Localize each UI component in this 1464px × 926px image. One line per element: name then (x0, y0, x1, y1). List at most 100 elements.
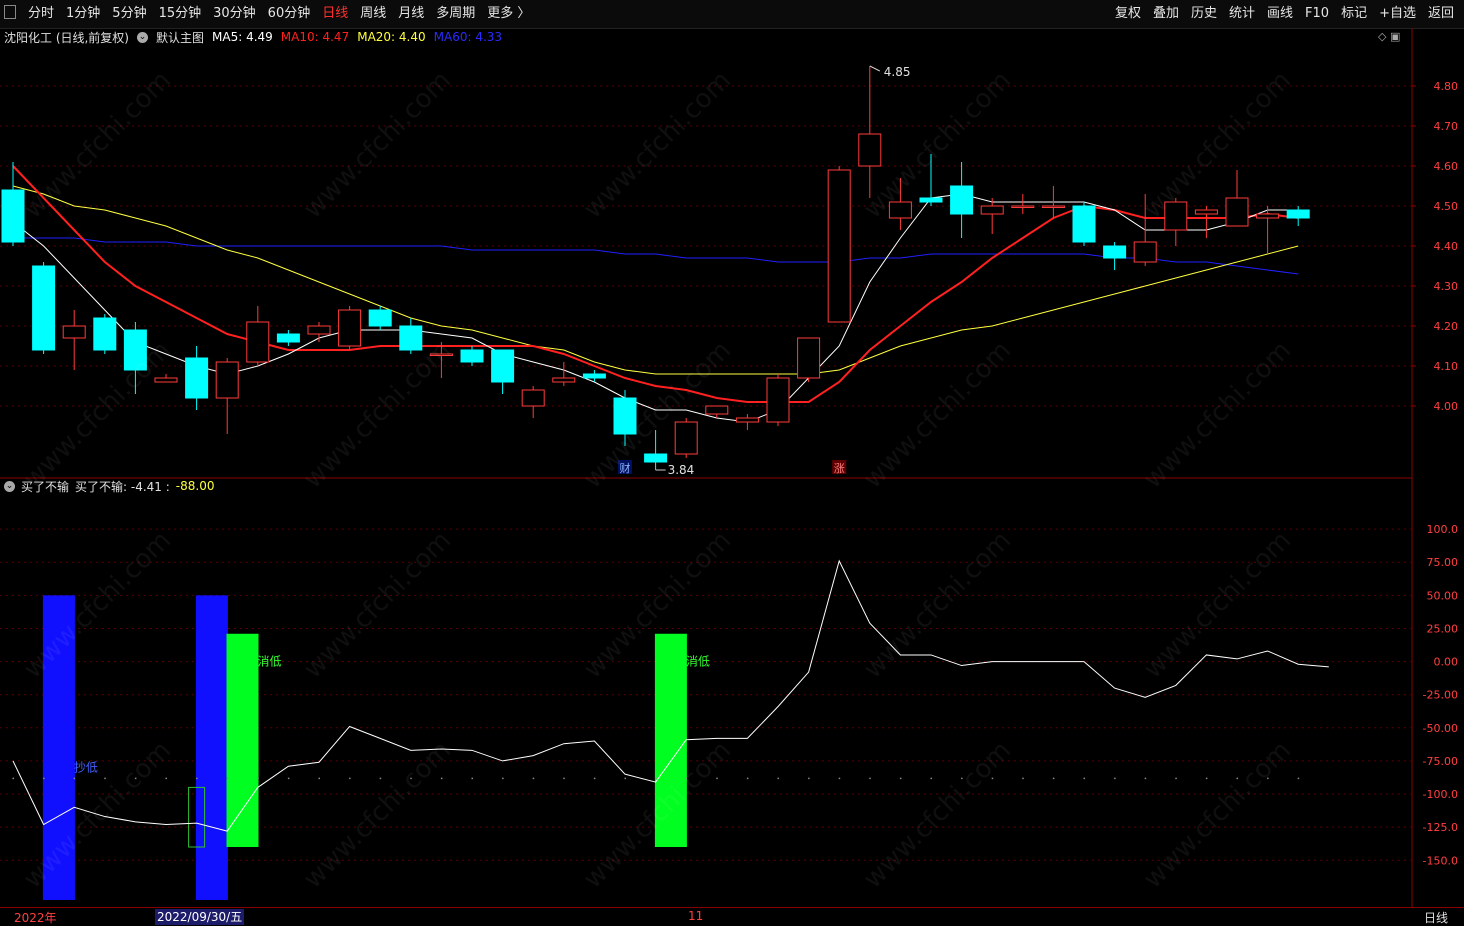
candle-up (735, 417, 759, 423)
ma20-line (12, 185, 1299, 375)
price-tick-label: 4.80 (1434, 80, 1459, 93)
baseline-dot (685, 777, 688, 780)
signal-bar-label: 抄低 (74, 761, 98, 775)
baseline-dot (73, 777, 76, 780)
candle-up (797, 337, 821, 379)
candle-up (154, 377, 178, 383)
candle-up (1041, 205, 1065, 208)
candle-down (32, 265, 56, 351)
price-tick-label: 4.60 (1434, 160, 1459, 173)
indicator-value: -88.00 (175, 479, 215, 493)
indicator-tick-label: 100.0 (1427, 523, 1459, 536)
month-label: 11 (688, 909, 704, 923)
candle-down (1286, 209, 1310, 219)
candle-up (674, 421, 698, 455)
candle-up (1256, 213, 1280, 219)
indicator-tick-label: -75.00 (1423, 755, 1458, 768)
candle-up (429, 353, 453, 356)
baseline-dot (43, 777, 45, 780)
baseline-dot (716, 777, 718, 780)
baseline-dot (777, 777, 779, 780)
candle-up (858, 133, 882, 167)
baseline-dot (410, 777, 412, 780)
baseline-dot (471, 777, 473, 780)
high-arrow (869, 65, 881, 72)
indicator-tick-label: 75.00 (1427, 556, 1459, 569)
price-tick-label: 4.00 (1434, 400, 1459, 413)
candle-down (1, 189, 25, 243)
baseline-dot (532, 777, 535, 780)
signal-bar-label: 消低 (258, 655, 282, 669)
price-tick-label: 4.30 (1434, 280, 1459, 293)
baseline-dot (1297, 777, 1300, 780)
candle-down (491, 349, 515, 383)
indicator-tick-label: 50.00 (1427, 589, 1459, 602)
baseline-dot (930, 777, 932, 780)
price-tick-label: 4.10 (1434, 360, 1459, 373)
signal-bar (654, 633, 687, 848)
price-tick-label: 4.50 (1434, 200, 1459, 213)
baseline-dot (655, 777, 657, 780)
baseline-dot (379, 777, 382, 780)
indicator-tick-label: -100.0 (1423, 788, 1458, 801)
candle-up (62, 325, 86, 339)
candle-up (1164, 201, 1188, 231)
high-price-label: 4.85 (884, 65, 911, 79)
baseline-dot (961, 777, 963, 780)
indicator-tick-label: -50.00 (1423, 722, 1458, 735)
candle-down (1072, 205, 1096, 243)
candle-down (399, 325, 423, 351)
baseline-dot (287, 777, 290, 780)
candle-up (521, 389, 545, 407)
candle-up (1225, 197, 1249, 227)
candle-up (552, 377, 576, 383)
baseline-dot (1083, 777, 1085, 780)
baseline-dot (746, 777, 749, 780)
candle-up (705, 405, 729, 415)
candle-down (368, 309, 392, 327)
candle-up (338, 309, 362, 347)
candle-up (766, 377, 790, 423)
date-axis: 2022年 2022/09/30/五 11 日线 (0, 907, 1464, 926)
baseline-dot (1267, 777, 1269, 780)
indicator-name[interactable]: 买了不输 (21, 478, 69, 495)
price-tick-label: 4.20 (1434, 320, 1459, 333)
candle-up (827, 169, 851, 323)
candle-up (888, 201, 912, 219)
candle-down (93, 317, 117, 351)
candle-down (582, 373, 606, 379)
indicator-tick-label: 0.00 (1434, 656, 1459, 669)
baseline-dot (1052, 777, 1055, 780)
low-price-label: 3.84 (668, 463, 695, 477)
baseline-dot (226, 777, 229, 780)
baseline-dot (165, 777, 167, 780)
candle-down (644, 453, 668, 463)
baseline-dot (838, 777, 841, 780)
baseline-dot (257, 777, 259, 780)
year-label: 2022年 (14, 911, 57, 925)
indicator-info: ⌄ 买了不输 买了不输: -4.41 : -88.00 (4, 478, 214, 494)
candle-down (919, 197, 943, 203)
baseline-dot (1205, 777, 1208, 780)
candle-down (1103, 245, 1127, 259)
candle-down (123, 329, 147, 371)
signal-bar (226, 633, 259, 848)
baseline-dot (1022, 777, 1024, 780)
baseline-dot (318, 777, 320, 780)
kline-chart[interactable]: 4.80 4.70 4.60 4.50 4.40 4.30 4.20 4.10 4.00 100.… (0, 0, 1464, 907)
candle-up (215, 361, 239, 399)
indicator-tick-label: -25.00 (1423, 689, 1458, 702)
indicator-dropdown-icon[interactable]: ⌄ (4, 480, 15, 492)
indicator-tick-label: -150.0 (1423, 854, 1458, 867)
baseline-dot (349, 777, 351, 780)
period-label[interactable]: 日线 (1424, 909, 1448, 926)
indicator-formula: 买了不输: -4.41 : (75, 479, 170, 494)
candle-up (1133, 241, 1157, 263)
price-tick-label: 4.70 (1434, 120, 1459, 133)
baseline-dot (1175, 777, 1177, 780)
candle-down (613, 397, 637, 435)
baseline-dot (563, 777, 565, 780)
baseline-dot (1236, 777, 1238, 780)
baseline-dot (104, 777, 106, 780)
indicator-tick-label: 25.00 (1427, 622, 1459, 635)
